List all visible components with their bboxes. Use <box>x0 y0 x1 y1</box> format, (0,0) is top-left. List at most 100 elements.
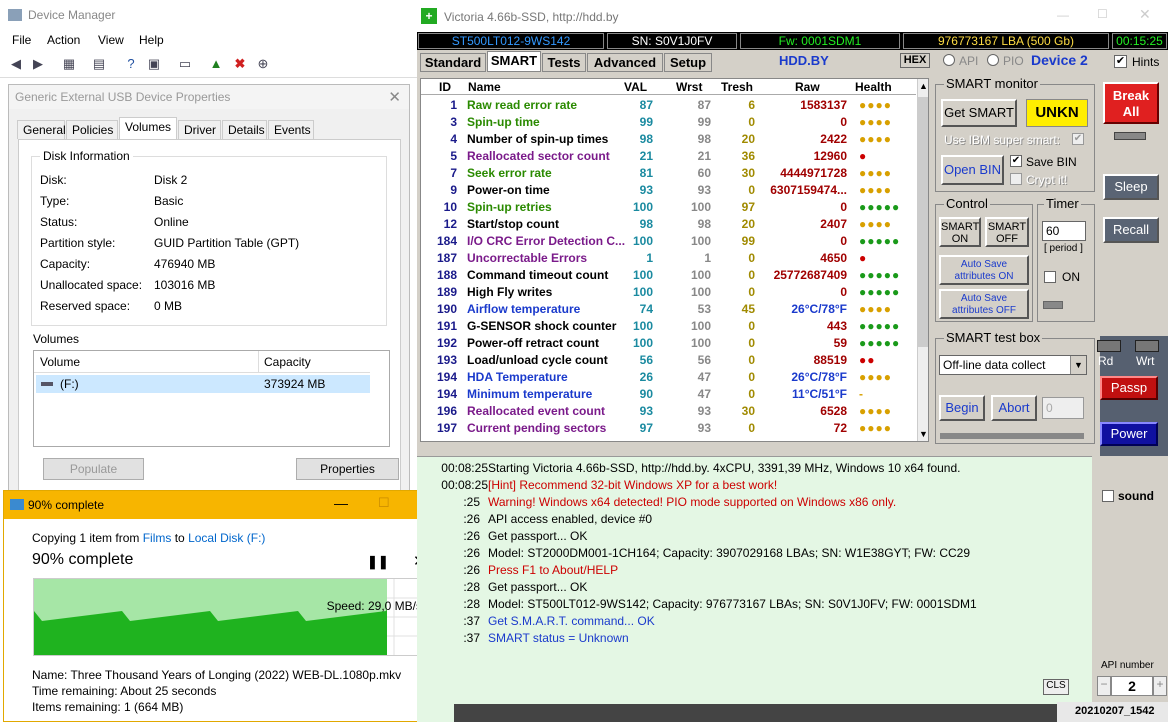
api-radio[interactable] <box>943 54 955 66</box>
col-val[interactable]: VAL <box>624 80 647 94</box>
table-row[interactable]: 197 Current pending sectors 97 93 0 72 ●●●● <box>421 420 916 437</box>
taskbar-file-label[interactable]: 20210207_1542 <box>1057 702 1168 722</box>
pio-radio[interactable] <box>987 54 999 66</box>
table-row[interactable]: 10 Spin-up retries 100 100 97 0 ●●●●● <box>421 199 916 216</box>
table-row[interactable]: 192 Power-off retract count 100 100 0 59 ●●●●● <box>421 335 916 352</box>
timer-input[interactable]: 60 <box>1042 221 1086 241</box>
get-smart-button[interactable]: Get SMART <box>941 99 1017 127</box>
table-row[interactable]: 189 High Fly writes 100 100 0 0 ●●●●● <box>421 284 916 301</box>
destination-link[interactable]: Local Disk (F:) <box>188 531 265 545</box>
table-row[interactable]: 190 Airflow temperature 74 53 45 26°C/78°F ●●●… <box>421 301 916 318</box>
col-raw[interactable]: Raw <box>795 80 820 94</box>
hddby-label[interactable]: HDD.BY <box>779 53 829 68</box>
cls-button[interactable]: CLS <box>1043 679 1069 695</box>
break-all-button[interactable]: Break All <box>1103 82 1159 124</box>
tab-driver[interactable]: Driver <box>178 120 221 139</box>
test-number-field[interactable]: 0 <box>1042 397 1084 419</box>
hints-checkbox[interactable]: ✔ <box>1114 55 1127 68</box>
col-wrst[interactable]: Wrst <box>676 80 702 94</box>
recall-button[interactable]: Recall <box>1103 217 1159 243</box>
sleep-button[interactable]: Sleep <box>1103 174 1159 200</box>
close-icon[interactable]: ✕ <box>1139 6 1151 23</box>
uninstall-icon[interactable]: ✖ <box>231 56 249 72</box>
tab-policies[interactable]: Policies <box>66 120 118 139</box>
autosave-off-button[interactable]: Auto Save attributes OFF <box>939 289 1029 319</box>
chevron-down-icon[interactable]: ▼ <box>1070 356 1086 374</box>
table-row[interactable]: 3 Spin-up time 99 99 0 0 ●●●● <box>421 114 916 131</box>
minimize-icon[interactable]: — <box>334 495 348 511</box>
table-row[interactable]: 191 G-SENSOR shock counter 100 100 0 443 ●●●●● <box>421 318 916 335</box>
test-type-select[interactable]: Off-line data collect ▼ <box>939 355 1087 375</box>
table-row[interactable]: 184 I/O CRC Error Detection C... 100 100 99 0… <box>421 233 916 250</box>
device-label[interactable]: Device 2 <box>1031 52 1088 68</box>
api-number-input[interactable]: 2 <box>1111 676 1153 696</box>
menu-file[interactable]: File <box>12 33 31 47</box>
table-row[interactable]: 1 Raw read error rate 87 87 6 1583137 ●●●● <box>421 97 916 114</box>
view-icon[interactable]: ▣ <box>145 56 163 72</box>
table-row[interactable]: 194 Minimum temperature 90 47 0 11°C/51°F - <box>421 386 916 403</box>
tab-tests[interactable]: Tests <box>542 53 586 72</box>
tab-volumes[interactable]: Volumes <box>119 117 177 139</box>
sound-checkbox[interactable] <box>1102 490 1114 502</box>
col-id[interactable]: ID <box>439 80 451 94</box>
scan-monitor-icon[interactable]: ▭ <box>176 56 194 72</box>
back-icon[interactable]: ◀ <box>7 56 25 72</box>
column-capacity[interactable]: Capacity <box>264 355 311 369</box>
tab-smart[interactable]: SMART <box>487 51 541 72</box>
pause-icon[interactable]: ❚❚ <box>367 554 389 570</box>
close-icon[interactable]: ✕ <box>388 88 401 106</box>
table-row[interactable]: 12 Start/stop count 98 98 20 2407 ●●●● <box>421 216 916 233</box>
maximize-icon[interactable]: ☐ <box>378 495 390 511</box>
timer-on-checkbox[interactable] <box>1044 271 1056 283</box>
table-row[interactable]: 187 Uncorrectable Errors 1 1 0 4650 ● <box>421 250 916 267</box>
table-row[interactable]: 5 Reallocated sector count 21 21 36 12960 ● <box>421 148 916 165</box>
tab-general[interactable]: General <box>17 120 66 139</box>
scroll-down-icon[interactable]: ▼ <box>919 429 928 439</box>
populate-button[interactable]: Populate <box>43 458 144 480</box>
properties-button[interactable]: Properties <box>296 458 399 480</box>
tab-events[interactable]: Events <box>268 120 314 139</box>
increment-icon[interactable]: + <box>1153 676 1167 696</box>
col-tresh[interactable]: Tresh <box>721 80 753 94</box>
autosave-on-button[interactable]: Auto Save attributes ON <box>939 255 1029 285</box>
menu-help[interactable]: Help <box>139 33 164 47</box>
tab-details[interactable]: Details <box>222 120 267 139</box>
begin-button[interactable]: Begin <box>939 395 985 421</box>
menu-view[interactable]: View <box>98 33 124 47</box>
forward-icon[interactable]: ▶ <box>29 56 47 72</box>
decrement-icon[interactable]: − <box>1097 676 1111 696</box>
column-volume[interactable]: Volume <box>40 355 80 369</box>
crypt-checkbox[interactable] <box>1010 173 1022 185</box>
table-row[interactable]: (F:) 373924 MB <box>36 375 370 393</box>
help-icon[interactable]: ? <box>122 56 140 72</box>
table-row[interactable]: 9 Power-on time 93 93 0 6307159474... ●●●● <box>421 182 916 199</box>
table-row[interactable]: 7 Seek error rate 81 60 30 4444971728 ●●●● <box>421 165 916 182</box>
source-link[interactable]: Films <box>143 531 172 545</box>
table-row[interactable]: 194 HDA Temperature 26 47 0 26°C/78°F ●●●● <box>421 369 916 386</box>
table-row[interactable]: 188 Command timeout count 100 100 0 257726874… <box>421 267 916 284</box>
passp-button[interactable]: Passp <box>1100 376 1158 400</box>
col-name[interactable]: Name <box>468 80 501 94</box>
table-row[interactable]: 193 Load/unload cycle count 56 56 0 88519 ●● <box>421 352 916 369</box>
abort-button[interactable]: Abort <box>991 395 1037 421</box>
properties-icon[interactable]: ▦ <box>60 56 78 72</box>
power-button[interactable]: Power <box>1100 422 1158 446</box>
ibm-checkbox[interactable]: ✔ <box>1072 133 1084 145</box>
tab-setup[interactable]: Setup <box>664 53 712 72</box>
save-bin-checkbox[interactable]: ✔ <box>1010 155 1022 167</box>
open-bin-button[interactable]: Open BIN <box>941 155 1004 185</box>
tab-standard[interactable]: Standard <box>420 53 486 72</box>
col-health[interactable]: Health <box>855 80 892 94</box>
menu-action[interactable]: Action <box>47 33 80 47</box>
table-row[interactable]: 4 Number of spin-up times 98 98 20 2422 ●●●● <box>421 131 916 148</box>
minimize-icon[interactable]: — <box>1057 8 1069 22</box>
maximize-icon[interactable]: ☐ <box>1097 7 1108 21</box>
update-driver-icon[interactable]: ▲ <box>207 56 225 72</box>
list-icon[interactable]: ▤ <box>90 56 108 72</box>
table-row[interactable]: 196 Reallocated event count 93 93 30 6528 ●●●● <box>421 403 916 420</box>
scroll-thumb[interactable] <box>918 97 928 347</box>
scroll-up-icon[interactable]: ▲ <box>919 81 928 91</box>
download-icon[interactable]: ⊕ <box>254 56 272 72</box>
smart-on-button[interactable]: SMART ON <box>939 217 981 247</box>
hex-button[interactable]: HEX <box>900 53 930 68</box>
